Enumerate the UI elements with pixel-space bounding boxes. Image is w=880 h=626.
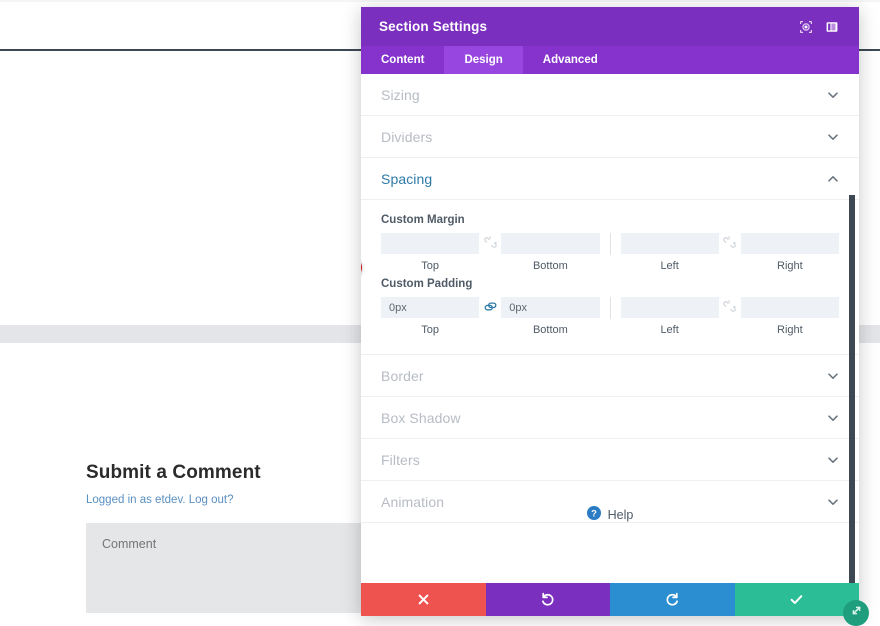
margin-bottom-input[interactable] [501,233,600,254]
chevron-down-icon [827,454,839,466]
custom-padding-fields: Top Bottom [381,297,839,336]
chevron-down-icon [827,131,839,143]
padding-right-label: Right [777,324,803,336]
section-toggle-spacing[interactable]: Spacing [361,158,859,200]
margin-left-label: Left [660,260,679,272]
section-toggle-filters[interactable]: Filters [361,439,859,481]
section-toggle-sizing-label: Sizing [381,86,420,103]
chevron-up-icon [827,173,839,185]
modal-body: Sizing Dividers Spacing Custom Margin To… [361,74,859,583]
padding-right-input[interactable] [740,297,839,318]
help-button[interactable]: ? Help [361,493,859,537]
svg-text:?: ? [591,508,597,519]
margin-top-label: Top [421,260,439,272]
modal-scrollbar-track[interactable] [849,141,857,583]
margin-top-input[interactable] [381,233,480,254]
comment-form: Submit a Comment Logged in as etdev. Log… [86,462,376,618]
modal-header: Section Settings [361,7,859,46]
diagonal-arrow-icon [850,604,863,622]
padding-bottom-label: Bottom [532,324,568,336]
spacing-settings-group: Custom Margin Top Bottom Left Right Cust… [361,200,859,355]
padding-left-label: Left [660,324,679,336]
modal-footer [361,583,859,616]
margin-left-input[interactable] [620,233,719,254]
padding-bottom-input[interactable] [501,297,600,318]
modal-tab-bar: Content Design Advanced [361,46,859,74]
margin-top-bottom-link-icon[interactable] [479,233,501,272]
custom-margin-label: Custom Margin [381,214,465,226]
help-question-icon: ? [586,505,601,525]
layout-panel-icon[interactable] [819,14,845,40]
step-badge-1: 1 [361,256,362,279]
check-icon [789,592,804,607]
padding-field-divider [609,297,611,319]
help-label: Help [607,508,634,522]
tab-advanced[interactable]: Advanced [523,46,618,74]
save-button[interactable] [734,583,859,616]
resize-handle[interactable] [843,600,869,626]
padding-top-bottom-link-icon[interactable] [479,297,501,336]
tab-design[interactable]: Design [444,46,523,74]
section-toggle-sizing[interactable]: Sizing [361,74,859,116]
section-toggle-border[interactable]: Border [361,355,859,397]
undo-icon [540,592,555,607]
custom-margin-fields: Top Bottom Left Right [381,233,839,272]
margin-bottom-label: Bottom [532,260,568,272]
comment-input[interactable] [86,522,376,613]
padding-left-input[interactable] [620,297,719,318]
logout-link[interactable]: Log out? [189,494,234,506]
padding-top-input[interactable] [381,297,480,318]
tab-content[interactable]: Content [361,46,444,74]
redo-icon [665,592,680,607]
section-settings-modal: Section Settings Content Design Advanced… [361,7,869,626]
padding-left-right-link-icon[interactable] [719,297,741,336]
section-toggle-border-label: Border [381,367,424,384]
section-toggle-box-shadow[interactable]: Box Shadow [361,397,859,439]
chevron-down-icon [827,370,839,382]
comment-login-status: Logged in as etdev. Log out? [86,494,376,506]
section-toggle-spacing-label: Spacing [381,170,433,187]
chevron-down-icon [827,89,839,101]
section-toggle-filters-label: Filters [381,451,420,468]
padding-top-label: Top [421,324,439,336]
comment-form-heading: Submit a Comment [86,462,261,483]
margin-field-divider [609,233,611,255]
section-toggle-box-shadow-label: Box Shadow [381,409,461,426]
margin-left-right-link-icon[interactable] [719,233,741,272]
redo-button[interactable] [610,583,735,616]
chevron-down-icon [827,412,839,424]
section-toggle-dividers[interactable]: Dividers [361,116,859,158]
target-icon[interactable] [793,14,819,40]
modal-scrollbar-thumb[interactable] [849,195,855,583]
undo-button[interactable] [485,583,610,616]
margin-right-input[interactable] [740,233,839,254]
page-top-hairline [0,0,880,2]
logged-in-text: Logged in as etdev. [86,493,186,506]
margin-right-label: Right [777,260,803,272]
modal-title: Section Settings [379,19,488,34]
section-toggle-dividers-label: Dividers [381,128,433,145]
cancel-button[interactable] [361,583,486,616]
custom-padding-label: Custom Padding [381,278,473,290]
x-icon [417,593,430,606]
